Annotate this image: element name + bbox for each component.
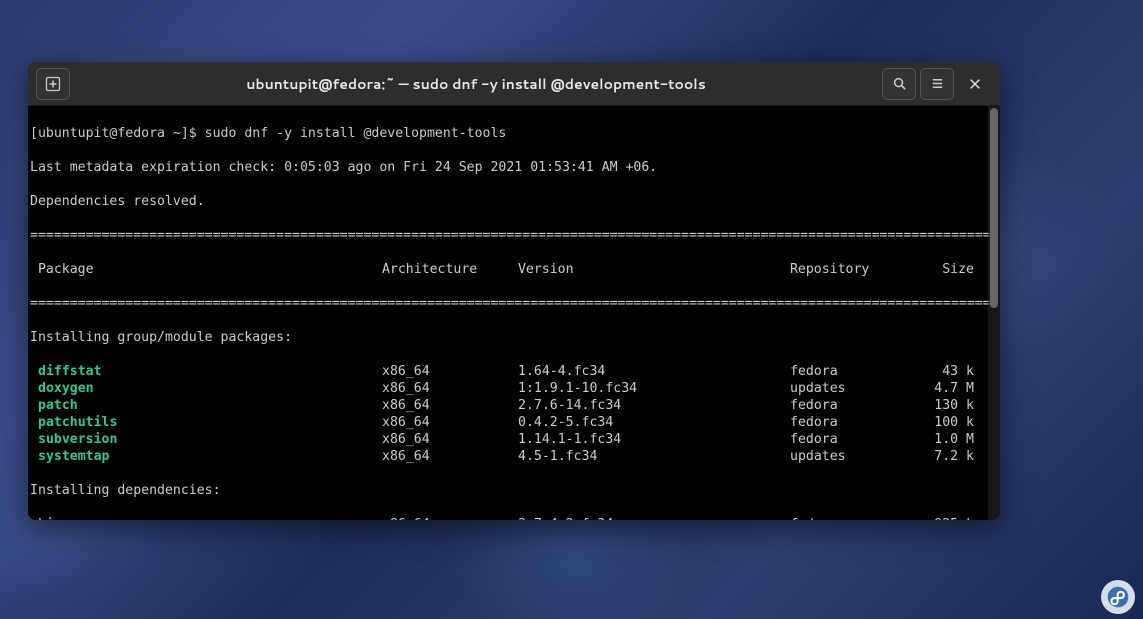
package-name: diffstat (38, 364, 102, 379)
header-size: Size (918, 261, 974, 278)
package-repo: fedora (790, 363, 918, 380)
package-version: 3.7.4-2.fc34 (518, 516, 790, 520)
package-size: 4.7 M (918, 380, 974, 397)
package-size: 7.2 k (918, 448, 974, 465)
package-version: 1:1.9.1-10.fc34 (518, 380, 790, 397)
package-name: systemtap (38, 449, 109, 464)
terminal-content: [ubuntupit@fedora ~]$ sudo dnf -y instal… (28, 106, 1000, 520)
header-row: PackageArchitectureVersionRepositorySize (28, 261, 1000, 278)
package-row: systemtap x86_644.5-1.fc34updates7.2 k (28, 448, 1000, 465)
header-repo: Repository (790, 261, 918, 278)
package-repo: fedora (790, 516, 918, 520)
package-version: 1.64-4.fc34 (518, 363, 790, 380)
search-button[interactable] (882, 68, 916, 100)
package-arch: x86_64 (382, 516, 518, 520)
terminal-body[interactable]: [ubuntupit@fedora ~]$ sudo dnf -y instal… (28, 106, 1000, 520)
titlebar: ubuntupit@fedora:~ — sudo dnf -y install… (28, 62, 1000, 106)
package-arch: x86_64 (382, 448, 518, 465)
package-row: doxygen x86_641:1.9.1-10.fc34updates4.7 M (28, 380, 1000, 397)
package-repo: updates (790, 448, 918, 465)
header-version: Version (518, 261, 790, 278)
package-size: 43 k (918, 363, 974, 380)
package-name: patchutils (38, 415, 117, 430)
package-version: 0.4.2-5.fc34 (518, 414, 790, 431)
package-row: subversion x86_641.14.1-1.fc34fedora1.0 M (28, 431, 1000, 448)
package-repo: fedora (790, 414, 918, 431)
header-package: Package (38, 261, 382, 278)
package-arch: x86_64 (382, 397, 518, 414)
meta-resolved: Dependencies resolved. (28, 193, 1000, 210)
scrollbar-track[interactable] (988, 106, 1000, 520)
package-size: 130 k (918, 397, 974, 414)
package-repo: fedora (790, 397, 918, 414)
package-name: doxygen (38, 381, 94, 396)
prompt-line: [ubuntupit@fedora ~]$ sudo dnf -y instal… (30, 126, 506, 141)
package-size: 100 k (918, 414, 974, 431)
package-row: diffstat x86_641.64-4.fc34fedora43 k (28, 363, 1000, 380)
package-size: 1.0 M (918, 431, 974, 448)
package-arch: x86_64 (382, 380, 518, 397)
package-name: subversion (38, 432, 117, 447)
menu-button[interactable] (920, 68, 954, 100)
divider-top: ========================================… (28, 227, 1000, 244)
fedora-logo-icon (1101, 580, 1135, 614)
new-tab-button[interactable] (36, 68, 70, 100)
scrollbar-thumb[interactable] (990, 108, 998, 308)
header-arch: Architecture (382, 261, 518, 278)
section-deps: Installing dependencies: (28, 482, 1000, 499)
package-repo: fedora (790, 431, 918, 448)
package-version: 1.14.1-1.fc34 (518, 431, 790, 448)
window-title: ubuntupit@fedora:~ — sudo dnf -y install… (72, 74, 880, 94)
package-arch: x86_64 (382, 431, 518, 448)
package-row: patch x86_642.7.6-14.fc34fedora130 k (28, 397, 1000, 414)
package-arch: x86_64 (382, 414, 518, 431)
package-arch: x86_64 (382, 363, 518, 380)
meta-lastcheck: Last metadata expiration check: 0:05:03 … (28, 159, 1000, 176)
package-version: 2.7.6-14.fc34 (518, 397, 790, 414)
package-version: 4.5-1.fc34 (518, 448, 790, 465)
terminal-window: ubuntupit@fedora:~ — sudo dnf -y install… (28, 62, 1000, 520)
divider-mid: ========================================… (28, 295, 1000, 312)
package-name: patch (38, 398, 78, 413)
package-name: bison (38, 517, 78, 520)
package-size: 925 k (918, 516, 974, 520)
package-row: bison x86_643.7.4-2.fc34fedora925 k (28, 516, 1000, 520)
package-row: patchutils x86_640.4.2-5.fc34fedora100 k (28, 414, 1000, 431)
close-button[interactable] (958, 68, 992, 100)
section-group: Installing group/module packages: (28, 329, 1000, 346)
package-repo: updates (790, 380, 918, 397)
